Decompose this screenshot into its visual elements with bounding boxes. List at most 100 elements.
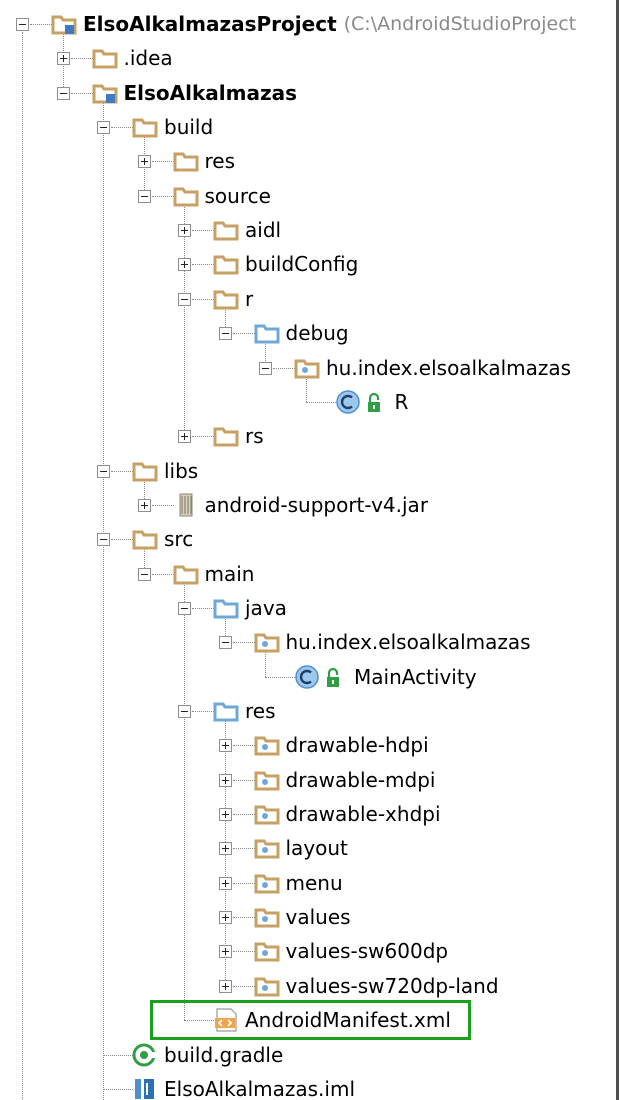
tree-item-r-class[interactable]: R xyxy=(395,390,409,414)
collapse-toggle[interactable] xyxy=(259,361,272,375)
tree-item-values-sw600dp[interactable]: values-sw600dp xyxy=(286,939,449,963)
expand-toggle[interactable] xyxy=(218,808,232,822)
tree-item-layout[interactable]: layout xyxy=(286,836,348,860)
tree-connector xyxy=(232,642,255,644)
tree-item-values-sw720dp-land[interactable]: values-sw720dp-land xyxy=(286,974,499,998)
folder-icon xyxy=(173,187,198,207)
tree-connector xyxy=(151,161,174,163)
expand-toggle[interactable] xyxy=(137,155,151,169)
tree-item-debug[interactable]: debug xyxy=(286,321,349,345)
folder-icon xyxy=(213,290,239,310)
tree-connector xyxy=(232,814,255,816)
project-tree: ElsoAlkalmazasProject (C:\AndroidStudioPr… xyxy=(0,0,619,1100)
collapse-toggle[interactable] xyxy=(178,601,191,615)
tree-connector xyxy=(70,58,93,60)
folder-icon xyxy=(92,49,117,69)
tree-item-build-res[interactable]: res xyxy=(205,149,236,173)
tree-item-main[interactable]: main xyxy=(205,562,255,586)
tree-connector xyxy=(192,607,214,609)
tree-connector xyxy=(151,504,174,506)
expand-toggle[interactable] xyxy=(218,911,232,925)
package-icon xyxy=(294,359,320,378)
tree-connector xyxy=(232,848,255,850)
package-icon xyxy=(254,839,279,859)
collapse-toggle[interactable] xyxy=(218,636,232,650)
tree-connector xyxy=(192,436,214,438)
collapse-toggle[interactable] xyxy=(178,705,191,718)
tree-item-main-activity[interactable]: MainActivity xyxy=(354,665,477,689)
collapse-toggle[interactable] xyxy=(16,18,29,31)
tree-item-aidl[interactable]: aidl xyxy=(245,218,281,242)
expand-toggle[interactable] xyxy=(218,773,232,787)
tree-item-r[interactable]: r xyxy=(245,287,253,311)
tree-item-java[interactable]: java xyxy=(245,596,287,620)
collapse-toggle[interactable] xyxy=(97,533,110,547)
tree-connector xyxy=(232,882,255,884)
tree-item-r-package[interactable]: hu.index.elsoalkalmazas xyxy=(326,356,571,380)
expand-toggle[interactable] xyxy=(178,224,191,238)
jar-icon xyxy=(179,493,192,517)
expand-toggle[interactable] xyxy=(137,498,151,512)
expand-toggle[interactable] xyxy=(56,52,70,66)
tree-item-build-gradle[interactable]: build.gradle xyxy=(164,1043,283,1067)
tree-connector xyxy=(265,676,295,678)
package-icon xyxy=(254,771,279,791)
expand-toggle[interactable] xyxy=(178,258,191,272)
folder-icon xyxy=(173,152,198,172)
module-folder-icon xyxy=(92,84,117,104)
tree-item-menu[interactable]: menu xyxy=(286,871,343,895)
tree-item-build[interactable]: build xyxy=(164,115,213,139)
tree-connector xyxy=(30,24,52,25)
tree-connector xyxy=(70,92,93,94)
folder-icon xyxy=(132,530,158,550)
tree-item-idea[interactable]: .idea xyxy=(124,46,173,70)
tree-connector xyxy=(232,779,255,781)
tree-guide-line xyxy=(22,32,23,1100)
package-icon xyxy=(254,977,279,997)
tree-item-module-iml[interactable]: ElsoAlkalmazas.iml xyxy=(164,1077,355,1100)
tree-item-java-package[interactable]: hu.index.elsoalkalmazas xyxy=(286,630,531,654)
package-icon xyxy=(254,942,279,962)
collapse-toggle[interactable] xyxy=(97,121,110,135)
folder-icon xyxy=(132,118,158,138)
tree-item-drawable-hdpi[interactable]: drawable-hdpi xyxy=(286,733,429,757)
tree-connector xyxy=(111,470,133,472)
tree-connector xyxy=(192,264,214,266)
gradle-icon xyxy=(132,1043,157,1066)
tree-connector xyxy=(192,230,214,232)
expand-toggle[interactable] xyxy=(218,876,232,890)
expand-toggle[interactable] xyxy=(178,430,191,444)
tree-item-support-jar[interactable]: android-support-v4.jar xyxy=(205,493,429,517)
tree-item-rs[interactable]: rs xyxy=(245,424,264,448)
tree-connector xyxy=(232,333,255,335)
tree-item-buildconfig[interactable]: buildConfig xyxy=(245,252,358,276)
module-folder-icon xyxy=(51,15,77,35)
expand-toggle[interactable] xyxy=(218,945,232,959)
expand-toggle[interactable] xyxy=(218,842,232,856)
collapse-toggle[interactable] xyxy=(56,86,70,100)
tree-item-drawable-xhdpi[interactable]: drawable-xhdpi xyxy=(286,802,441,826)
tree-item-project-root[interactable]: ElsoAlkalmazasProject xyxy=(83,12,337,36)
folder-icon xyxy=(213,255,239,275)
tree-item-libs[interactable]: libs xyxy=(164,459,198,483)
package-icon xyxy=(254,908,279,928)
collapse-toggle[interactable] xyxy=(137,189,151,203)
tree-item-main-res[interactable]: res xyxy=(245,699,276,723)
source-folder-icon xyxy=(254,324,279,344)
collapse-toggle[interactable] xyxy=(97,464,110,478)
tree-connector xyxy=(232,745,255,747)
tree-item-module[interactable]: ElsoAlkalmazas xyxy=(124,81,298,105)
collapse-toggle[interactable] xyxy=(218,327,232,341)
expand-toggle[interactable] xyxy=(218,979,232,993)
tree-item-build-source[interactable]: source xyxy=(205,184,271,208)
tree-item-values[interactable]: values xyxy=(286,905,351,929)
tree-connector xyxy=(111,539,133,541)
tree-item-drawable-mdpi[interactable]: drawable-mdpi xyxy=(286,768,436,792)
tree-item-src[interactable]: src xyxy=(164,527,193,551)
expand-toggle[interactable] xyxy=(218,739,232,753)
collapse-toggle[interactable] xyxy=(178,292,191,306)
class-icon xyxy=(335,390,360,414)
package-icon xyxy=(254,633,279,653)
collapse-toggle[interactable] xyxy=(137,567,151,581)
tree-connector xyxy=(103,1054,133,1056)
